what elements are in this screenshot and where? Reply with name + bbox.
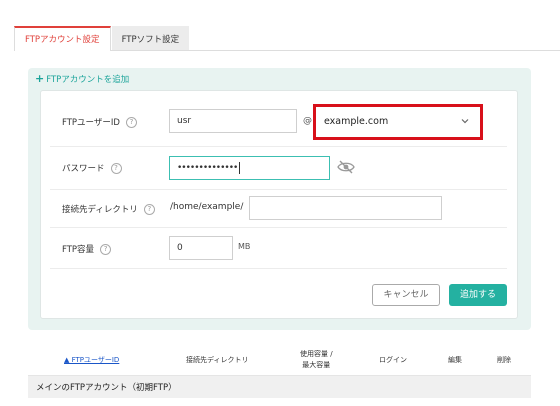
group-main-label: メインのFTPアカウント（初期FTP）	[36, 383, 177, 393]
capacity-label: FTP容量 ?	[62, 243, 112, 255]
column-header-edit: 編集	[448, 356, 462, 364]
directory-label: 接続先ディレクトリ ?	[62, 203, 155, 215]
add-account-toggle[interactable]: + FTPアカウントを追加	[35, 73, 129, 85]
column-header-delete: 削除	[497, 356, 511, 364]
tab-bar: FTPアカウント設定 FTPソフト設定	[14, 26, 190, 51]
sort-max-capacity-link[interactable]: 最大容量	[302, 361, 330, 369]
password-mask: ••••••••••••••	[177, 163, 238, 173]
capacity-unit: MB	[238, 242, 251, 251]
table-group-row: メインのFTPアカウント（初期FTP）	[28, 376, 531, 398]
capacity-label-text: FTP容量	[62, 245, 95, 255]
cancel-button[interactable]: キャンセル	[372, 284, 440, 306]
row-divider	[50, 268, 507, 269]
column-header-user-id[interactable]: ▲ FTPユーザーID	[64, 355, 119, 365]
help-icon[interactable]: ?	[143, 203, 155, 215]
directory-input[interactable]	[249, 196, 442, 220]
help-icon[interactable]: ?	[125, 116, 137, 128]
directory-label-text: 接続先ディレクトリ	[62, 205, 138, 215]
plus-icon: +	[35, 72, 45, 85]
add-account-title: FTPアカウントを追加	[46, 75, 130, 85]
column-header-login: ログイン	[379, 356, 407, 364]
row-divider	[50, 227, 507, 228]
help-icon[interactable]: ?	[100, 243, 112, 255]
usage-separator: /	[330, 350, 333, 358]
user-id-label-text: FTPユーザーID	[62, 118, 120, 128]
sort-user-id-link[interactable]: ▲ FTPユーザーID	[64, 356, 119, 364]
tab-ftp-account[interactable]: FTPアカウント設定	[14, 26, 111, 51]
capacity-input[interactable]: 0	[169, 236, 233, 260]
domain-select[interactable]: example.com	[313, 104, 483, 140]
column-header-usage: 使用容量 / 最大容量	[300, 349, 333, 371]
help-icon[interactable]: ?	[110, 162, 122, 174]
user-id-input[interactable]: usr	[169, 109, 297, 133]
password-label-text: パスワード	[62, 164, 105, 174]
password-label: パスワード ?	[62, 162, 122, 174]
sort-usage-link[interactable]: 使用容量	[300, 350, 328, 358]
domain-selected-value: example.com	[324, 116, 389, 127]
tab-ftp-soft[interactable]: FTPソフト設定	[111, 26, 190, 51]
eye-off-icon[interactable]	[337, 160, 355, 177]
user-id-label: FTPユーザーID ?	[62, 116, 137, 128]
row-divider	[50, 189, 507, 190]
directory-prefix: /home/example/	[170, 202, 244, 212]
at-sign: @	[303, 116, 312, 126]
column-header-directory: 接続先ディレクトリ	[186, 356, 249, 364]
add-button[interactable]: 追加する	[449, 284, 507, 306]
row-divider	[50, 146, 507, 147]
chevron-down-icon	[460, 116, 470, 129]
password-input[interactable]: ••••••••••••••	[169, 156, 330, 180]
text-caret	[239, 161, 241, 174]
